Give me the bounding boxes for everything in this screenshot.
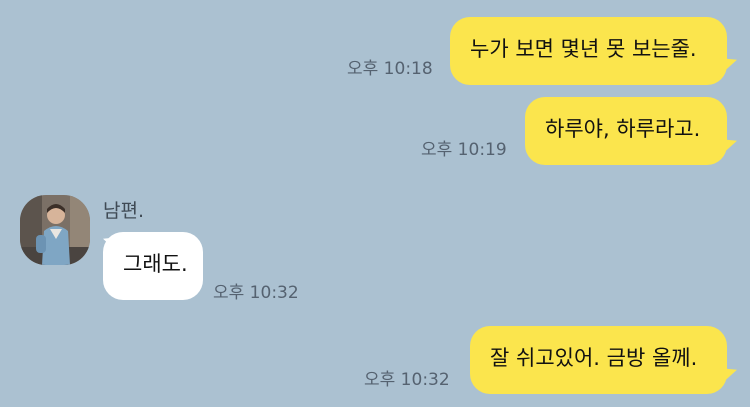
bubble-tail bbox=[719, 139, 737, 157]
message-bubble[interactable]: 누가 보면 몇년 못 보는줄. bbox=[450, 17, 727, 85]
chat-area[interactable]: 오후 10:18 누가 보면 몇년 못 보는줄. 오후 10:19 하루야, 하… bbox=[0, 0, 750, 407]
message-bubble[interactable]: 그래도. bbox=[103, 232, 203, 300]
message-bubble[interactable]: 하루야, 하루라고. bbox=[525, 97, 727, 165]
message-bubble[interactable]: 잘 쉬고있어. 금방 올께. bbox=[470, 326, 727, 394]
message-timestamp: 오후 10:32 bbox=[213, 283, 299, 303]
bubble-tail bbox=[719, 58, 737, 76]
sender-name: 남편. bbox=[103, 200, 144, 222]
message-timestamp: 오후 10:18 bbox=[347, 59, 433, 79]
avatar-photo-image bbox=[20, 195, 90, 265]
message-timestamp: 오후 10:32 bbox=[364, 370, 450, 390]
message-timestamp: 오후 10:19 bbox=[421, 140, 507, 160]
bubble-tail bbox=[719, 368, 737, 386]
avatar[interactable] bbox=[20, 195, 90, 265]
